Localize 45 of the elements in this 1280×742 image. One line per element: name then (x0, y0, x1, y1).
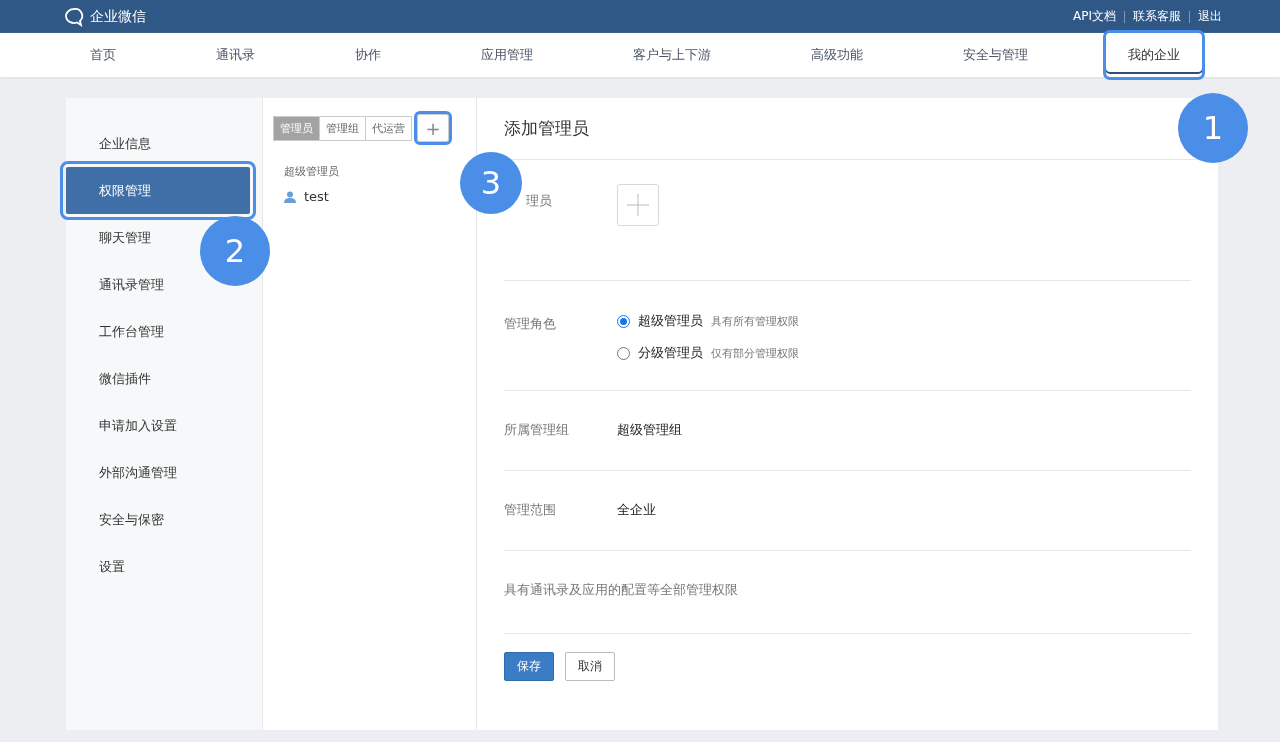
plus-icon (627, 194, 649, 216)
header-link[interactable]: 退出 (1198, 8, 1222, 25)
nav-tab[interactable]: 我的企业 (1106, 33, 1202, 77)
nav-tab[interactable]: 协作 (333, 33, 403, 77)
member-name[interactable]: test (304, 189, 329, 204)
field-label: 管理角色 (504, 315, 557, 333)
role-name: 分级管理员 (638, 344, 703, 362)
cancel-button[interactable]: 取消 (565, 652, 615, 681)
person-icon (284, 190, 296, 203)
nav-tab[interactable]: 首页 (68, 33, 138, 77)
nav-tab[interactable]: 应用管理 (459, 33, 555, 77)
group-title: 超级管理员 (284, 164, 340, 179)
sidebar-item[interactable]: 申请加入设置 (66, 402, 183, 449)
sidebar-item[interactable]: 外部沟通管理 (66, 449, 183, 496)
field-value: 全企业 (617, 501, 656, 519)
field-label: 理员 (525, 192, 553, 210)
nav-tab[interactable]: 客户与上下游 (611, 33, 733, 77)
field-label: 所属管理组 (504, 421, 570, 439)
role-hint: 具有所有管理权限 (711, 313, 799, 329)
add-button[interactable]: + (417, 114, 449, 142)
list-tab[interactable]: 代运营 (365, 115, 412, 141)
sidebar-item[interactable]: 工作台管理 (66, 308, 170, 355)
header-link[interactable]: API文档 (1073, 8, 1116, 25)
sidebar-item[interactable]: 通讯录管理 (66, 261, 170, 308)
sidebar-item[interactable]: 聊天管理 (66, 214, 157, 261)
logo-text: 企业微信 (90, 7, 146, 26)
step-badge: 1 (1178, 93, 1248, 163)
save-button[interactable]: 保存 (504, 652, 554, 681)
role-name: 超级管理员 (638, 312, 703, 330)
field-label: 管理范围 (504, 501, 557, 519)
radio-button[interactable] (617, 314, 630, 328)
field-value: 超级管理组 (617, 421, 682, 439)
nav-tab[interactable]: 高级功能 (789, 33, 885, 77)
header-link[interactable]: 联系客服 (1133, 8, 1181, 25)
radio-button[interactable] (617, 346, 630, 360)
sidebar-item[interactable]: 微信插件 (66, 355, 157, 402)
sidebar-item[interactable]: 安全与保密 (66, 496, 170, 543)
nav-tab[interactable]: 通讯录 (194, 33, 277, 77)
sidebar-item[interactable]: 企业信息 (66, 120, 157, 167)
role-hint: 仅有部分管理权限 (711, 345, 799, 361)
description-text: 具有通讯录及应用的配置等全部管理权限 (504, 581, 738, 599)
nav-tab[interactable]: 安全与管理 (941, 33, 1050, 77)
chat-bubble-icon (64, 6, 86, 27)
list-tab[interactable]: 管理组 (319, 115, 366, 141)
sidebar-item[interactable]: 设置 (66, 543, 131, 590)
